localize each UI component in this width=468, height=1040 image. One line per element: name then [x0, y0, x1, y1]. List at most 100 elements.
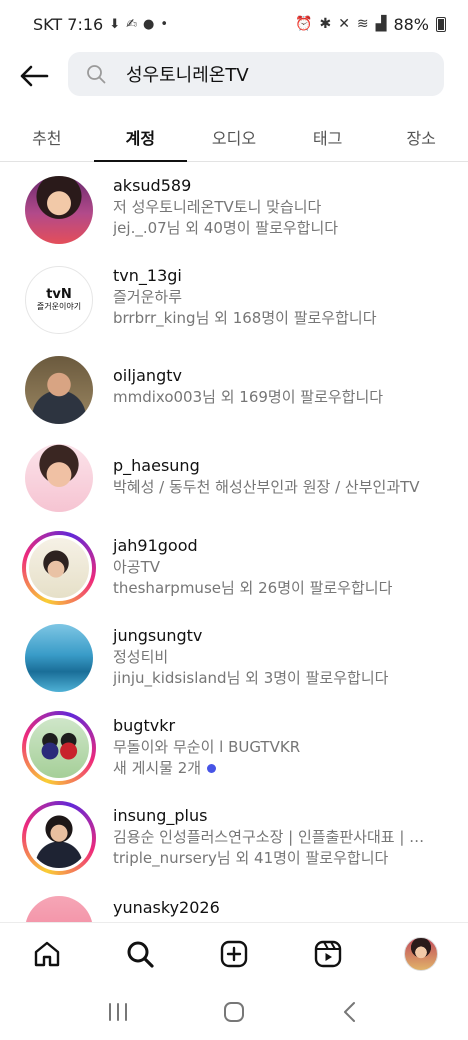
mute-icon: ✕	[338, 16, 350, 32]
talk-icon: ●	[143, 16, 155, 32]
list-item[interactable]: p_haesung 박혜성 / 동두천 해성산부인과 원장 / 산부인과TV	[0, 439, 468, 527]
nav-reels[interactable]	[281, 923, 375, 984]
list-item[interactable]: insung_plus 김용순 인성플러스연구소장 | 인플출판사대표 | … …	[0, 797, 468, 885]
signal-icon: ▟	[375, 16, 387, 32]
bio-line: 즐거운하루	[113, 288, 183, 306]
avatar-frame	[22, 893, 96, 923]
tab-bar: 추천 계정 오디오 태그 장소	[0, 112, 468, 162]
username: bugtvkr	[113, 716, 176, 735]
carrier-time: SKT 7:16	[33, 14, 104, 34]
followed-by-line: triple_nursery님 외 41명이 팔로우합니다	[113, 849, 389, 867]
avatar	[25, 176, 93, 244]
username: jah91good	[113, 536, 198, 555]
recent-apps-button[interactable]	[98, 992, 138, 1032]
avatar-logo-subtext: 즐거운이야기	[36, 302, 82, 311]
list-item[interactable]: yunasky2026	[0, 887, 468, 923]
nav-home[interactable]	[0, 923, 94, 984]
alarm-icon: ⏰	[295, 16, 313, 32]
tab-recommended[interactable]: 추천	[0, 112, 94, 161]
system-nav-bar	[0, 984, 468, 1040]
back-arrow-icon	[20, 65, 49, 87]
bio-line: 아공TV	[113, 558, 161, 576]
back-button[interactable]	[16, 60, 52, 92]
recent-apps-icon	[109, 1003, 127, 1021]
nav-search[interactable]	[94, 923, 188, 984]
avatar-frame	[22, 173, 96, 247]
username: p_haesung	[113, 456, 200, 475]
avatar	[25, 444, 93, 512]
row-text: tvn_13gi 즐거운하루 brrbrr_king님 외 168명이 팔로우합…	[113, 265, 453, 329]
username: aksud589	[113, 176, 192, 195]
search-icon	[87, 65, 106, 84]
row-text: yunasky2026	[113, 897, 453, 919]
avatar-frame: tvN 즐거운이야기	[22, 263, 96, 337]
search-input[interactable]	[126, 58, 426, 90]
status-left: SKT 7:16 ⬇ ✍ ● •	[33, 15, 295, 34]
bio-line: 김용순 인성플러스연구소장 | 인플출판사대표 | …	[113, 828, 425, 846]
story-ring	[22, 711, 96, 785]
search-icon	[127, 941, 154, 968]
bottom-nav	[0, 922, 468, 984]
avatar-frame	[22, 621, 96, 695]
list-item[interactable]: aksud589 저 성우토니레온TV토니 맞습니다 jej._.07님 외 4…	[0, 167, 468, 255]
avatar	[25, 624, 93, 692]
chevron-left-icon	[344, 1002, 355, 1022]
row-text: aksud589 저 성우토니레온TV토니 맞습니다 jej._.07님 외 4…	[113, 175, 453, 239]
row-text: p_haesung 박혜성 / 동두천 해성산부인과 원장 / 산부인과TV	[113, 455, 453, 498]
followed-by-line: thesharpmuse님 외 26명이 팔로우합니다	[113, 579, 393, 597]
avatar	[25, 896, 93, 923]
nav-profile[interactable]	[374, 923, 468, 984]
followed-by-line: brrbrr_king님 외 168명이 팔로우합니다	[113, 309, 377, 327]
username: yunasky2026	[113, 898, 220, 917]
row-text: oiljangtv mmdixo003님 외 169명이 팔로우합니다	[113, 365, 453, 408]
tab-tags[interactable]: 태그	[281, 112, 375, 161]
new-posts-label: 새 게시물 2개	[113, 759, 202, 777]
followed-by-line: mmdixo003님 외 169명이 팔로우합니다	[113, 388, 384, 406]
list-item[interactable]: jah91good 아공TV thesharpmuse님 외 26명이 팔로우합…	[0, 527, 468, 615]
row-text: insung_plus 김용순 인성플러스연구소장 | 인플출판사대표 | … …	[113, 805, 453, 869]
list-item[interactable]: tvN 즐거운이야기 tvn_13gi 즐거운하루 brrbrr_king님 외…	[0, 257, 468, 345]
status-right: ⏰ ✱ ✕ ≋ ▟ 88%	[295, 15, 446, 34]
avatar-logo-text: tvN	[46, 287, 72, 302]
tab-accounts[interactable]: 계정	[93, 112, 188, 162]
username: tvn_13gi	[113, 266, 182, 285]
tab-places[interactable]: 장소	[374, 112, 468, 161]
avatar-frame	[22, 353, 96, 427]
bio-line: 저 성우토니레온TV토니 맞습니다	[113, 198, 322, 216]
avatar	[25, 356, 93, 424]
row-text: jungsungtv 정성티비 jinju_kidsisland님 외 3명이 …	[113, 625, 453, 689]
battery-percent: 88%	[393, 14, 429, 34]
nav-create[interactable]	[187, 923, 281, 984]
username: oiljangtv	[113, 366, 182, 385]
wifi-icon: ≋	[356, 16, 369, 32]
bio-line: 박혜성 / 동두천 해성산부인과 원장 / 산부인과TV	[113, 478, 420, 496]
list-item[interactable]: bugtvkr 무돌이와 무순이 l BUGTVKR 새 게시물 2개	[0, 707, 468, 795]
list-item[interactable]: jungsungtv 정성티비 jinju_kidsisland님 외 3명이 …	[0, 617, 468, 705]
download-icon: ⬇	[109, 16, 121, 32]
home-square-icon	[224, 1002, 244, 1022]
story-ring	[22, 801, 96, 875]
row-text: bugtvkr 무돌이와 무순이 l BUGTVKR 새 게시물 2개	[113, 715, 453, 779]
create-icon	[220, 940, 248, 967]
bluetooth-icon: ✱	[319, 16, 332, 32]
bio-line: 무돌이와 무순이 l BUGTVKR	[113, 738, 301, 756]
row-text: jah91good 아공TV thesharpmuse님 외 26명이 팔로우합…	[113, 535, 453, 599]
notification-icon: ✍	[126, 16, 138, 32]
avatar	[26, 715, 92, 781]
status-bar: SKT 7:16 ⬇ ✍ ● • ⏰ ✱ ✕ ≋ ▟ 88%	[0, 0, 468, 48]
back-nav-button[interactable]	[330, 992, 370, 1032]
new-posts-dot-icon	[207, 764, 217, 773]
battery-icon	[436, 16, 446, 32]
search-header	[0, 48, 468, 104]
tab-audio[interactable]: 오디오	[187, 112, 281, 161]
bio-line: 정성티비	[113, 648, 169, 666]
avatar: tvN 즐거운이야기	[25, 266, 93, 334]
home-icon	[34, 941, 59, 966]
home-button[interactable]	[214, 992, 254, 1032]
search-box[interactable]	[68, 52, 444, 96]
list-item[interactable]: oiljangtv mmdixo003님 외 169명이 팔로우합니다	[0, 347, 468, 435]
avatar	[26, 535, 92, 601]
username: insung_plus	[113, 806, 208, 825]
story-ring	[22, 531, 96, 605]
more-dot-icon: •	[160, 16, 169, 32]
